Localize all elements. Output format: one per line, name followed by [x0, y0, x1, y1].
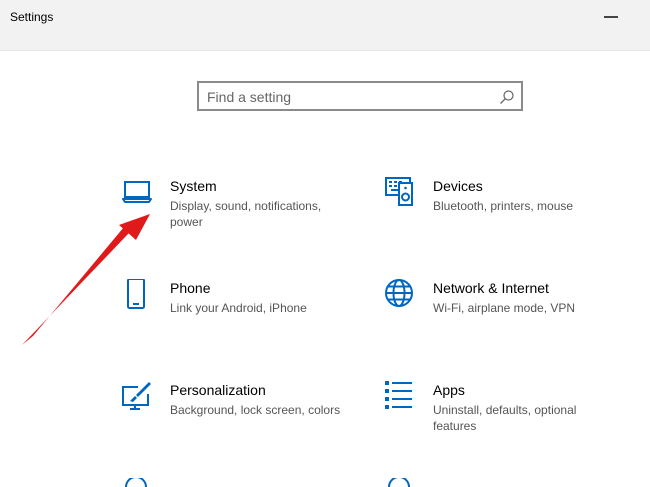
tile-system[interactable]: System Display, sound, notifications, po…: [122, 177, 367, 247]
laptop-icon: [122, 181, 152, 203]
partial-tile-icon: [388, 478, 410, 487]
tile-personalization-title: Personalization: [170, 382, 266, 398]
title-bar: Settings: [0, 0, 650, 51]
devices-icon: [385, 177, 413, 206]
paint-screen-icon: [122, 382, 151, 410]
tile-network-internet-title: Network & Internet: [433, 280, 549, 296]
globe-icon: [385, 279, 413, 307]
tile-system-description: Display, sound, notifications, power: [170, 199, 322, 229]
apps-list-icon: [385, 381, 412, 409]
search-icon[interactable]: [499, 89, 515, 105]
tile-system-title: System: [170, 178, 217, 194]
tile-phone-title: Phone: [170, 280, 211, 296]
tile-apps-title: Apps: [433, 382, 465, 398]
search-box[interactable]: [197, 81, 523, 111]
window-title: Settings: [10, 10, 54, 24]
search-input[interactable]: [207, 87, 487, 107]
tile-devices-title: Devices: [433, 178, 483, 194]
tile-phone[interactable]: Phone Link your Android, iPhone: [122, 279, 367, 349]
tile-phone-description: Link your Android, iPhone: [170, 301, 307, 315]
minimize-button[interactable]: [596, 4, 626, 30]
tile-apps-description: Uninstall, defaults, optional features: [433, 403, 577, 433]
tile-devices[interactable]: Devices Bluetooth, printers, mouse: [385, 177, 630, 247]
tile-personalization-description: Background, lock screen, colors: [170, 403, 341, 417]
minimize-icon: [604, 16, 618, 18]
tile-personalization[interactable]: Personalization Background, lock screen,…: [122, 381, 367, 451]
tile-network-internet[interactable]: Network & Internet Wi-Fi, airplane mode,…: [385, 279, 630, 349]
tile-apps[interactable]: Apps Uninstall, defaults, optional featu…: [385, 381, 630, 451]
tile-network-internet-description: Wi-Fi, airplane mode, VPN: [433, 301, 576, 315]
phone-icon: [127, 279, 145, 309]
partial-tile-icon: [125, 478, 147, 487]
tile-devices-description: Bluetooth, printers, mouse: [433, 199, 574, 213]
